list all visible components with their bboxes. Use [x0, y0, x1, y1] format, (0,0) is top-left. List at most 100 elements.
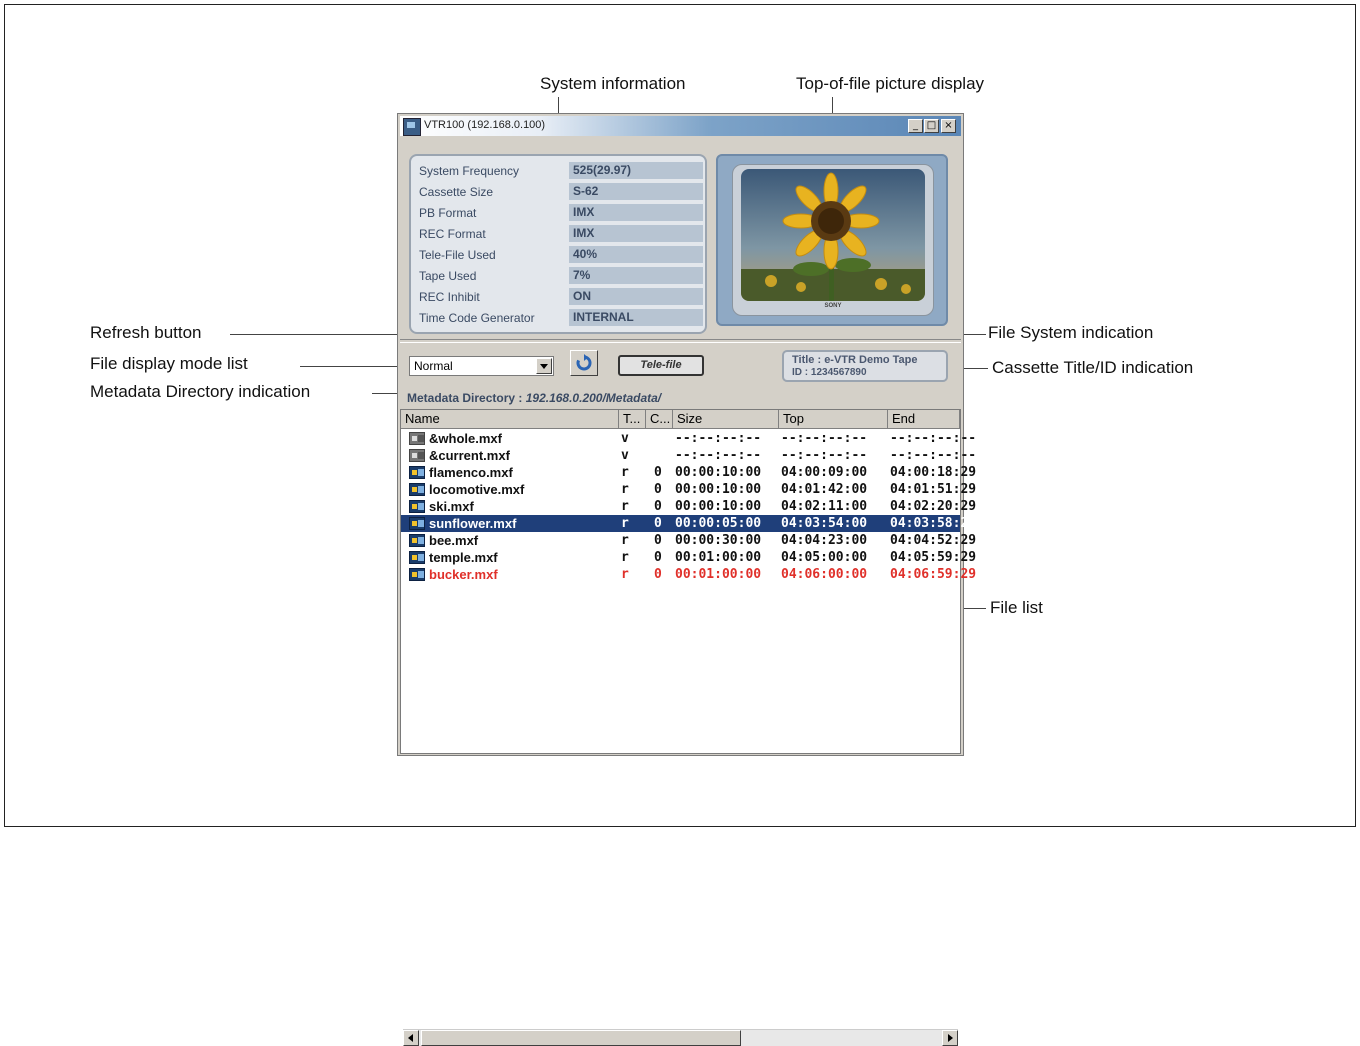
sysinfo-value: ON [569, 288, 703, 305]
maximize-button[interactable]: □ [924, 119, 939, 133]
sysinfo-label: Tape Used [419, 269, 477, 283]
file-end: 04:06:59:29 [890, 567, 977, 582]
file-name: &current.mxf [429, 448, 510, 463]
sunflower-thumbnail-image [741, 169, 925, 301]
table-row[interactable]: flamenco.mxf r 0 00:00:10:00 04:00:09:00… [401, 464, 976, 481]
window-title: VTR100 (192.168.0.100) [424, 119, 546, 131]
column-header-top[interactable]: Top [779, 410, 888, 429]
window-titlebar[interactable]: VTR100 (192.168.0.100) _ □ × [400, 116, 961, 136]
file-name: bee.mxf [429, 533, 479, 548]
file-type: r [621, 499, 629, 514]
sysinfo-value: 40% [569, 246, 703, 263]
file-end: 04:03:58:29 [890, 516, 977, 531]
table-row[interactable]: &current.mxf v --:--:--:-- --:--:--:-- -… [401, 447, 976, 464]
callout-refresh-button: Refresh button [90, 323, 202, 342]
callout-file-display-mode-list: File display mode list [90, 354, 248, 373]
mxf-file-icon [409, 568, 425, 581]
file-size: 00:00:10:00 [675, 499, 762, 514]
table-row[interactable]: temple.mxf r 0 00:01:00:00 04:05:00:00 0… [401, 549, 976, 566]
file-system-indicator: Tele-file [618, 355, 704, 376]
file-end: 04:04:52:29 [890, 533, 977, 548]
sysinfo-label: Time Code Generator [419, 311, 535, 325]
table-row-error[interactable]: bucker.mxf r 0 00:01:00:00 04:06:00:00 0… [401, 566, 976, 583]
file-name: flamenco.mxf [429, 465, 513, 480]
sysinfo-value: IMX [569, 204, 703, 221]
sysinfo-row: Time Code Generator INTERNAL [417, 309, 704, 327]
file-display-mode-select[interactable]: Normal [409, 356, 554, 376]
cassette-title: Title : e-VTR Demo Tape [792, 354, 918, 366]
column-header-c[interactable]: C... [646, 410, 673, 429]
file-end: 04:01:51:29 [890, 482, 977, 497]
file-name: temple.mxf [429, 550, 498, 565]
file-size: 00:00:10:00 [675, 482, 762, 497]
mxf-file-icon [409, 466, 425, 479]
table-row[interactable]: ski.mxf r 0 00:00:10:00 04:02:11:00 04:0… [401, 498, 976, 515]
sysinfo-label: REC Format [419, 227, 486, 241]
horizontal-scrollbar[interactable] [403, 1029, 958, 1046]
callout-top-of-file-picture: Top-of-file picture display [796, 74, 985, 93]
mxf-file-icon [409, 483, 425, 496]
chevron-down-icon[interactable] [536, 358, 552, 374]
file-name: &whole.mxf [429, 431, 502, 446]
sysinfo-row: Tele-File Used 40% [417, 246, 704, 264]
file-name: ski.mxf [429, 499, 474, 514]
scroll-thumb[interactable] [421, 1030, 741, 1046]
scroll-right-button[interactable] [942, 1030, 958, 1046]
file-list: Name T... C... Size Top End &whole.mxf v… [400, 409, 976, 1046]
callout-metadata-directory: Metadata Directory indication [90, 382, 311, 401]
leader-line [300, 366, 410, 367]
file-c: 0 [654, 516, 662, 531]
table-row[interactable]: &whole.mxf v --:--:--:-- --:--:--:-- --:… [401, 430, 976, 447]
system-information-panel: System Frequency 525(29.97) Cassette Size… [409, 154, 707, 334]
mxf-file-icon [409, 534, 425, 547]
file-top: 04:01:42:00 [781, 482, 868, 497]
cassette-title-id-indicator: Title : e-VTR Demo Tape ID : 1234567890 [782, 350, 948, 382]
sysinfo-label: Tele-File Used [419, 248, 496, 262]
vtr-window: VTR100 (192.168.0.100) _ □ × System Freq… [397, 113, 976, 1046]
file-size: 00:00:05:00 [675, 516, 762, 531]
column-header-end[interactable]: End [888, 410, 960, 429]
sysinfo-row: REC Inhibit ON [417, 288, 704, 306]
refresh-icon [576, 354, 592, 371]
close-button[interactable]: × [941, 119, 956, 133]
metadata-directory-label: Metadata Directory : [407, 391, 523, 405]
file-type: r [621, 550, 629, 565]
scroll-left-button[interactable] [403, 1030, 419, 1046]
callout-cassette-title-id: Cassette Title/ID indication [992, 358, 1194, 377]
monitor-brand-logo: SONY [824, 303, 842, 309]
separator [400, 339, 961, 343]
refresh-button[interactable] [570, 350, 598, 376]
file-c: 0 [654, 567, 662, 582]
callout-file-list: File list [990, 598, 1043, 617]
callout-system-information: System information [540, 74, 686, 93]
file-end: 04:00:18:29 [890, 465, 977, 480]
file-type: r [621, 465, 629, 480]
sysinfo-row: System Frequency 525(29.97) [417, 162, 704, 180]
sysinfo-row: Cassette Size S-62 [417, 183, 704, 201]
file-top: 04:00:09:00 [781, 465, 868, 480]
mxf-file-icon [409, 517, 425, 530]
file-top: 04:04:23:00 [781, 533, 868, 548]
sysinfo-row: REC Format IMX [417, 225, 704, 243]
file-size: --:--:--:-- [675, 431, 762, 446]
minimize-button[interactable]: _ [908, 119, 923, 133]
file-size: --:--:--:-- [675, 448, 762, 463]
tele-file-logo: Tele-file [640, 359, 682, 371]
clip-icon [409, 449, 425, 462]
column-header-size[interactable]: Size [673, 410, 779, 429]
table-row[interactable]: locomotive.mxf r 0 00:00:10:00 04:01:42:… [401, 481, 976, 498]
sysinfo-value: IMX [569, 225, 703, 242]
file-end: 04:05:59:29 [890, 550, 977, 565]
table-row[interactable]: bee.mxf r 0 00:00:30:00 04:04:23:00 04:0… [401, 532, 976, 549]
mxf-file-icon [409, 500, 425, 513]
column-header-name[interactable]: Name [401, 410, 619, 429]
file-type: v [621, 431, 629, 446]
table-row-selected[interactable]: sunflower.mxf r 0 00:00:05:00 04:03:54:0… [401, 515, 976, 532]
column-header-type[interactable]: T... [619, 410, 646, 429]
file-name: sunflower.mxf [429, 516, 517, 531]
file-c: 0 [654, 499, 662, 514]
file-top: --:--:--:-- [781, 431, 868, 446]
file-name: locomotive.mxf [429, 482, 525, 497]
file-size: 00:00:30:00 [675, 533, 762, 548]
sysinfo-value: 7% [569, 267, 703, 284]
